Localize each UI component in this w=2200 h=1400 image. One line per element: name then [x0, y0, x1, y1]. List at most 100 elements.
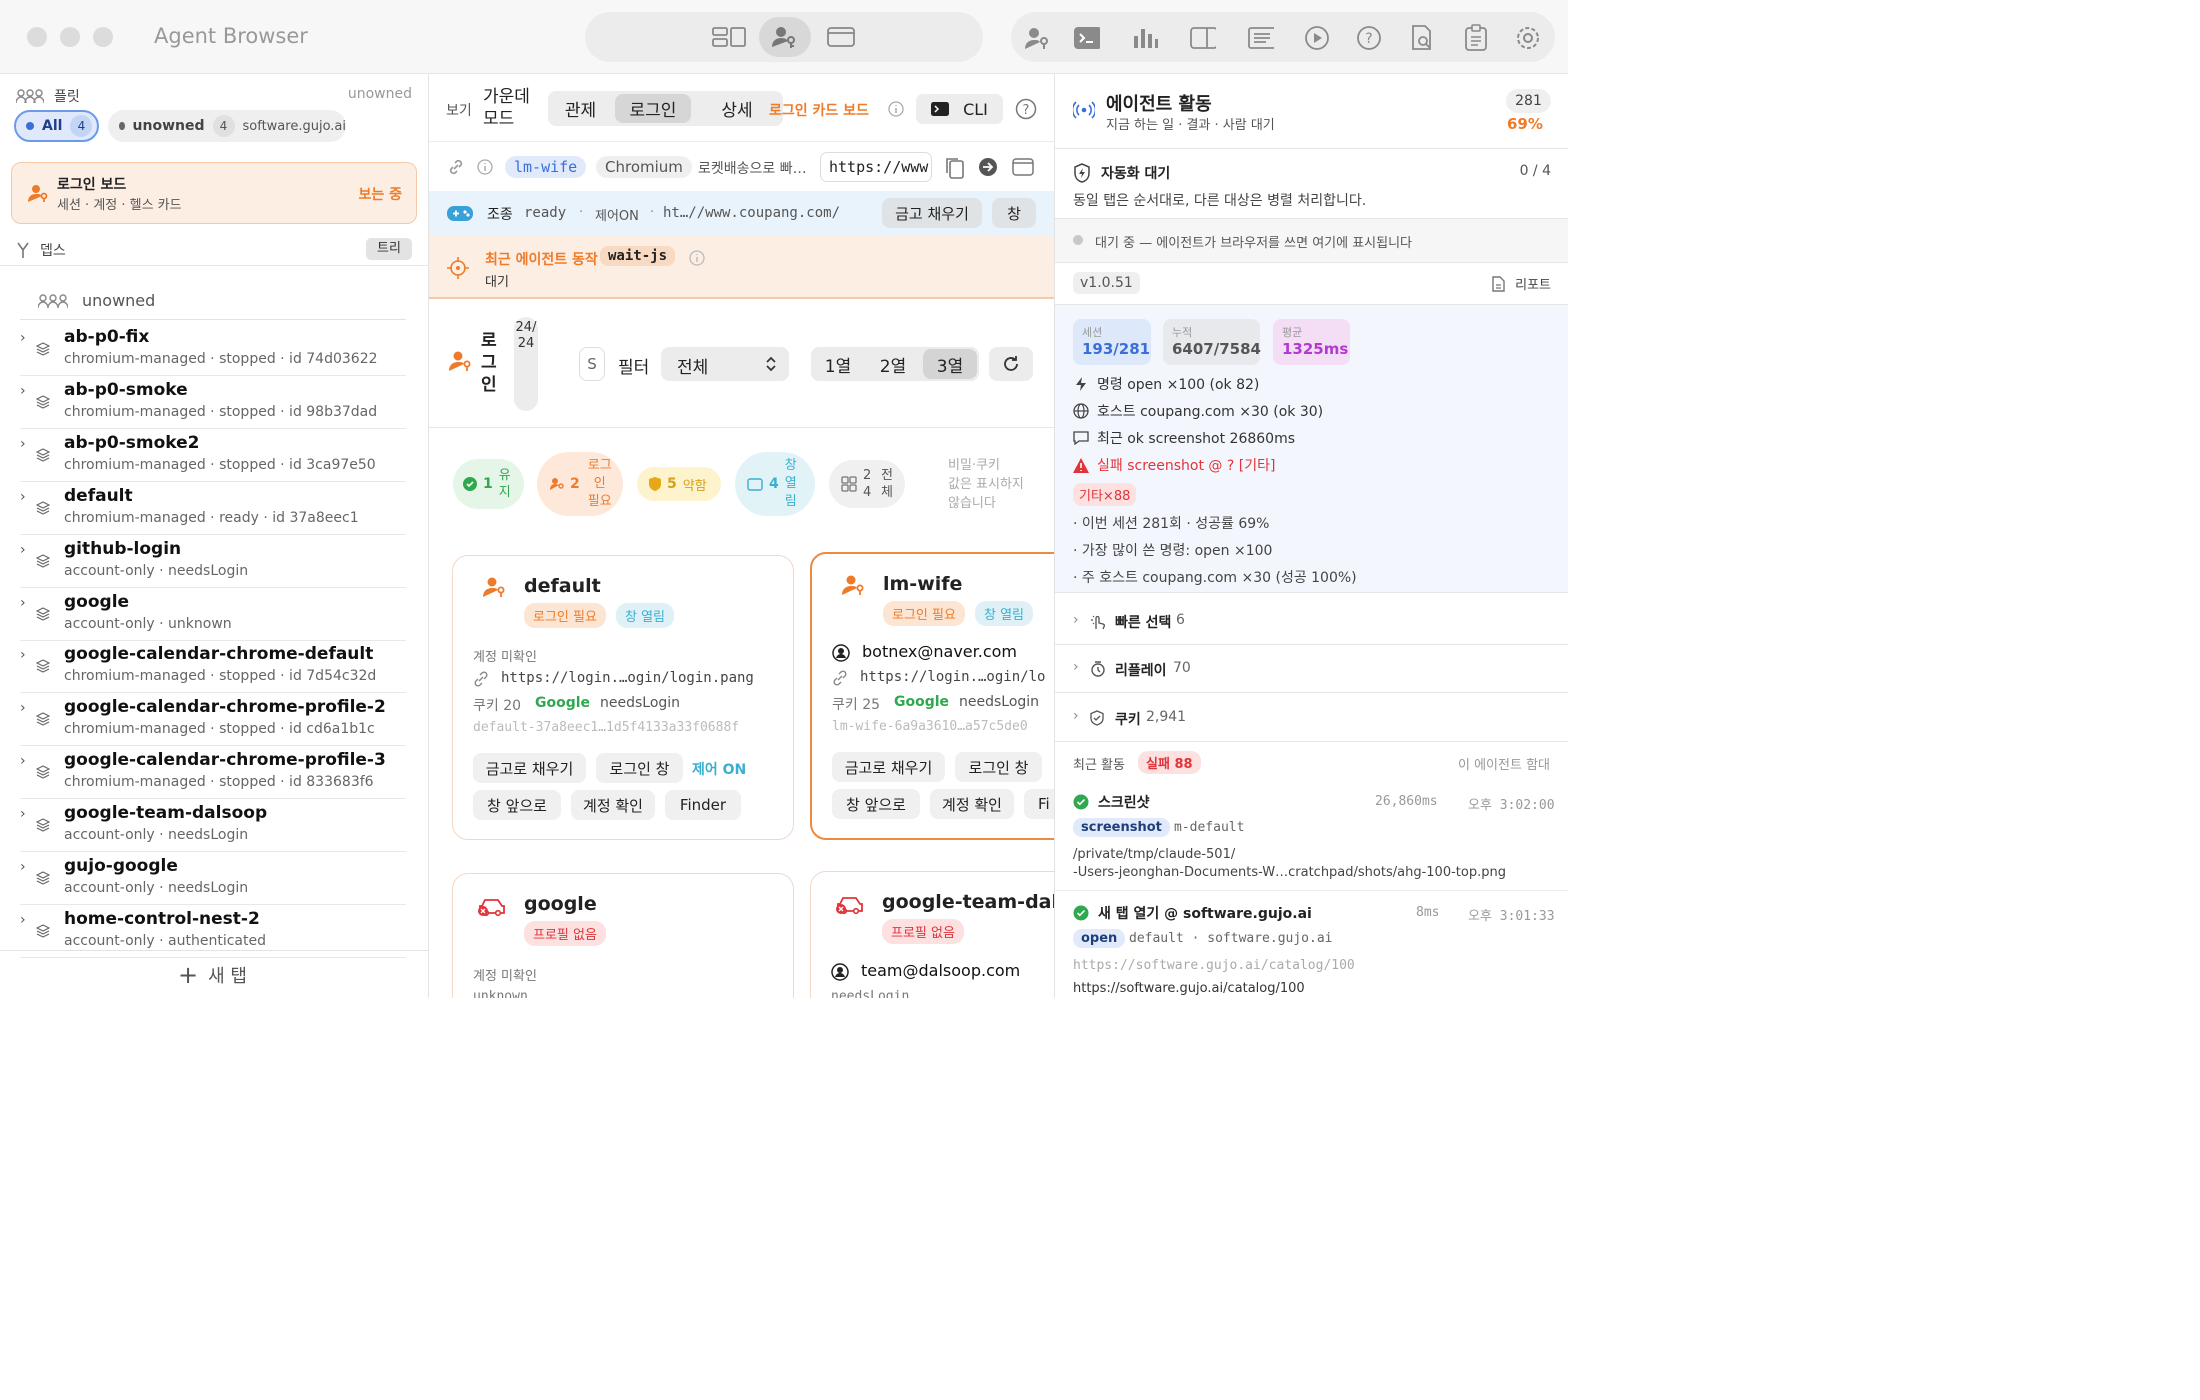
quick-select-row[interactable]: › 빠른 선택 6: [1055, 599, 1568, 645]
split-layout-button[interactable]: [703, 17, 755, 57]
activity-title: 새 탭 열기 @ software.gujo.ai: [1098, 906, 1312, 922]
mode-tab-detail[interactable]: 상세: [697, 94, 777, 123]
login-window-button[interactable]: 로그인 창: [596, 753, 683, 783]
stats-button[interactable]: [1132, 25, 1158, 51]
minimize-window-button[interactable]: [60, 27, 80, 47]
log-button[interactable]: [1248, 25, 1274, 51]
go-arrow-icon[interactable]: [978, 157, 998, 177]
login-card[interactable]: google-team-dalsoop 프로필 없음 team@dalsoop.…: [810, 871, 1054, 998]
profile-row[interactable]: › google-calendar-chrome-default chromium-…: [20, 641, 406, 694]
stat-pill-window-open[interactable]: 4 창 열림: [735, 452, 815, 516]
copy-icon[interactable]: [944, 156, 966, 180]
login-card-selected[interactable]: lm-wife 로그인 필요 창 열림 botnex@naver.com htt…: [810, 552, 1054, 840]
chevron-right-icon[interactable]: ›: [20, 436, 26, 452]
chevron-right-icon[interactable]: ›: [20, 595, 26, 611]
chevron-right-icon[interactable]: ›: [20, 647, 26, 663]
vault-fill-button[interactable]: 금고로 채우기: [832, 752, 945, 782]
list-icon: [1248, 27, 1274, 49]
profile-row[interactable]: › google-team-dalsoop account-only · needs…: [20, 800, 406, 853]
new-tab-button[interactable]: + 새 탭: [178, 962, 247, 988]
refresh-button[interactable]: [989, 347, 1033, 381]
chevron-right-icon[interactable]: ›: [20, 489, 26, 505]
title-bar: Agent Browser ?: [0, 0, 1568, 74]
chevron-right-icon[interactable]: ›: [20, 383, 26, 399]
clipboard-button[interactable]: [1463, 24, 1489, 51]
check-account-button[interactable]: 계정 확인: [930, 789, 1014, 819]
cookies-row[interactable]: › 쿠키 2,941: [1055, 693, 1568, 742]
chevron-right-icon[interactable]: ›: [20, 753, 26, 769]
window-button[interactable]: 창: [992, 198, 1036, 228]
chevron-right-icon[interactable]: ›: [20, 330, 26, 346]
finder-button[interactable]: Fi: [1024, 789, 1054, 819]
report-button[interactable]: 리포트: [1491, 274, 1551, 293]
bring-front-button[interactable]: 창 앞으로: [473, 790, 561, 820]
col-2-button[interactable]: 2열: [868, 349, 918, 379]
col-1-button[interactable]: 1열: [813, 349, 863, 379]
login-count-badge: 24/24: [514, 317, 538, 411]
finder-button[interactable]: Finder: [665, 790, 741, 820]
stat-pill-ok[interactable]: 1 유지: [453, 459, 524, 509]
window-view-button[interactable]: [815, 17, 867, 57]
zoom-window-button[interactable]: [93, 27, 113, 47]
automation-queue: 자동화 대기 0 / 4 동일 탭은 순서대로, 다른 대상은 병렬 처리합니다…: [1055, 148, 1568, 219]
stat-pill-weak[interactable]: 5 약함: [637, 467, 721, 501]
profile-row[interactable]: › ab-p0-fix chromium-managed · stopped · i…: [20, 324, 406, 376]
vault-fill-button[interactable]: 금고로 채우기: [473, 753, 586, 783]
profile-row[interactable]: › gujo-google account-only · needsLogin: [20, 853, 406, 905]
divider: [429, 427, 1054, 428]
tree-toggle-button[interactable]: 트리: [366, 238, 412, 260]
mode-tab-monitor[interactable]: 관제: [552, 94, 609, 123]
profile-row[interactable]: › ab-p0-smoke2 chromium-managed · stopped …: [20, 430, 406, 482]
column-segment: 1열 2열 3열: [811, 347, 979, 381]
profile-row[interactable]: › google account-only · unknown: [20, 589, 406, 641]
account-key-button[interactable]: [1024, 25, 1050, 51]
terminal-button[interactable]: [1074, 25, 1100, 51]
fleet-chip-all[interactable]: All 4: [14, 110, 99, 142]
sidebar-toggle-button[interactable]: [1190, 25, 1216, 51]
profile-row[interactable]: › google-calendar-chrome-profile-3 chromiu…: [20, 747, 406, 800]
chevron-right-icon[interactable]: ›: [20, 912, 26, 928]
login-card-board-link[interactable]: 로그인 카드 보드: [769, 100, 869, 120]
chevron-right-icon[interactable]: ›: [20, 859, 26, 875]
filter-select[interactable]: 전체: [661, 347, 789, 381]
activity-item[interactable]: 스크린샷 26,860ms 오후 3:02:00 screenshot m-de…: [1055, 784, 1568, 891]
chevron-right-icon[interactable]: ›: [20, 542, 26, 558]
profile-row[interactable]: › github-login account-only · needsLogin: [20, 536, 406, 588]
login-window-button[interactable]: 로그인 창: [955, 752, 1042, 782]
col-3-button[interactable]: 3열: [923, 349, 977, 379]
stat-pill-needs-login[interactable]: 2 로그인 필요: [537, 452, 623, 516]
stat-pill-all[interactable]: 24 전체: [829, 460, 905, 508]
automation-title: 자동화 대기: [1101, 166, 1171, 182]
tab-profile-chip[interactable]: lm-wife: [505, 156, 587, 178]
url-field[interactable]: https://www: [820, 152, 932, 182]
vault-fill-button[interactable]: 금고 채우기: [882, 198, 982, 228]
chevron-right-icon[interactable]: ›: [20, 700, 26, 716]
settings-button[interactable]: [1514, 25, 1540, 51]
login-board-item[interactable]: 로그인 보드 세션 · 계정 · 헬스 카드 보는 중: [11, 162, 417, 224]
fleet-scope-label[interactable]: 이 에이전트 함대: [1458, 754, 1550, 773]
window-icon[interactable]: [1012, 158, 1034, 176]
profile-row[interactable]: › ab-p0-smoke chromium-managed · stopped ·…: [20, 377, 406, 429]
profile-row[interactable]: › default chromium-managed · ready · id 37…: [20, 483, 406, 535]
check-account-button[interactable]: 계정 확인: [571, 790, 655, 820]
chevron-right-icon[interactable]: ›: [20, 806, 26, 822]
metric-host: 호스트 coupang.com ×30 (ok 30): [1073, 401, 1323, 421]
mode-tab-login[interactable]: 로그인: [615, 94, 691, 123]
fail-badge[interactable]: 실패 88: [1138, 751, 1201, 774]
s-button[interactable]: S: [579, 347, 605, 381]
replay-row[interactable]: › 리플레이 70: [1055, 645, 1568, 693]
bring-front-button[interactable]: 창 앞으로: [832, 789, 920, 819]
fleet-chip-unowned[interactable]: unowned 4 software.gujo.ai: [108, 110, 346, 142]
close-window-button[interactable]: [27, 27, 47, 47]
profile-row[interactable]: › google-calendar-chrome-profile-2 chromiu…: [20, 694, 406, 747]
help-button[interactable]: ?: [1356, 25, 1382, 51]
doc-search-button[interactable]: [1409, 25, 1435, 51]
help-icon[interactable]: ?: [1015, 98, 1037, 120]
activity-duration: 8ms: [1416, 905, 1440, 920]
login-card[interactable]: google 프로필 없음 계정 미확인 unknown: [452, 873, 794, 998]
activity-item[interactable]: 새 탭 열기 @ software.gujo.ai 8ms 오후 3:01:33…: [1055, 895, 1568, 998]
cli-button[interactable]: CLI: [916, 94, 1003, 124]
login-card[interactable]: default 로그인 필요 창 열림 계정 미확인 https://login…: [452, 555, 794, 840]
login-view-button[interactable]: [759, 17, 811, 57]
play-button[interactable]: [1304, 25, 1330, 51]
